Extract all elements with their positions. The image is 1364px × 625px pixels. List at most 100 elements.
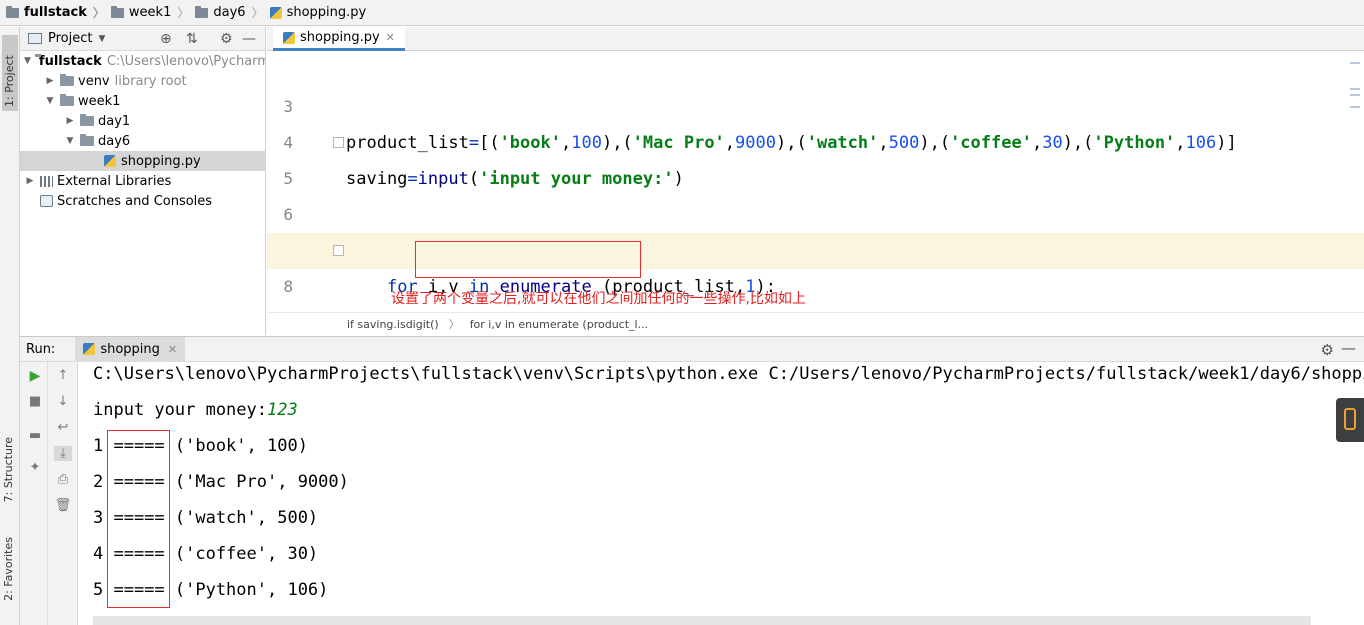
python-file-icon (83, 343, 96, 355)
breadcrumb-label: day6 (213, 5, 246, 20)
tree-item-week1[interactable]: ▼ week1 (20, 91, 265, 111)
project-icon (28, 33, 42, 44)
tree-item-label: week1 (78, 93, 121, 109)
tree-item-external-libraries[interactable]: ▶ External Libraries (20, 171, 265, 191)
line-number: 9 (267, 305, 293, 312)
stop-icon[interactable]: ■ (26, 394, 44, 409)
minimize-icon[interactable]: — (1341, 339, 1356, 357)
python-file-icon (283, 31, 295, 44)
stripe-mark[interactable] (1350, 94, 1360, 96)
stripe-mark[interactable] (1350, 88, 1360, 90)
chevron-right-icon[interactable]: ▶ (24, 176, 36, 186)
tree-item-day1[interactable]: ▶ day1 (20, 111, 265, 131)
code-line[interactable]: 7 for i,v in enumerate (product_list,1): (267, 197, 1364, 297)
code-line[interactable]: 6 saving=int(saving) (267, 161, 1364, 261)
editor-crumb-for[interactable]: for i,v in enumerate (product_l... (470, 318, 648, 331)
folder-icon (60, 74, 74, 86)
folder-icon (60, 94, 74, 106)
breadcrumb-fullstack[interactable]: fullstack 〉 (6, 0, 111, 26)
folder-icon (195, 5, 209, 18)
tree-item-label: fullstack (38, 53, 102, 69)
collapse-all-icon[interactable]: ⇅ (186, 31, 198, 47)
tree-item-day6[interactable]: ▼ day6 (20, 131, 265, 151)
breadcrumb-label: fullstack (24, 5, 87, 20)
chevron-down-icon[interactable]: ▼ (64, 136, 76, 146)
dropdown-arrow-icon[interactable]: ▼ (98, 34, 105, 44)
tree-item-label: venv (78, 73, 110, 89)
fold-toggle-icon[interactable] (333, 245, 344, 256)
arrow-down-icon[interactable]: ↓ (54, 394, 72, 409)
run-panel-header: Run: shopping ✕ ⚙ — (20, 336, 1364, 362)
breadcrumb-day6[interactable]: day6 〉 (195, 0, 269, 26)
console-input-line: input your money:123 (93, 392, 298, 428)
print-icon[interactable]: ⎙ (54, 472, 72, 487)
stripe-mark[interactable] (1350, 62, 1360, 64)
chevron-right-icon[interactable]: ▶ (44, 76, 56, 86)
editor-tab-bar: shopping.py ✕ (267, 27, 1364, 51)
tree-item-fullstack[interactable]: ▼ fullstack C:\Users\lenovo\Pycharm (20, 51, 265, 71)
tree-item-venv[interactable]: ▶ venv library root (20, 71, 265, 91)
editor-crumb-if[interactable]: if saving.isdigit() (347, 318, 439, 331)
editor-breadcrumb: if saving.isdigit() 〉 for i,v in enumera… (267, 312, 1364, 335)
breadcrumb-week1[interactable]: week1 〉 (110, 0, 195, 26)
tree-item-label: day1 (98, 113, 131, 129)
folder-icon (80, 134, 94, 146)
usb-device-icon[interactable] (1336, 398, 1364, 442)
project-panel-header: Project ▼ ⊕ ⇅ ⚙ — (20, 27, 265, 51)
tree-item-label: External Libraries (57, 173, 172, 189)
highlight-box (415, 241, 641, 278)
hide-icon[interactable]: — (242, 31, 256, 47)
close-icon[interactable]: ✕ (168, 343, 177, 356)
close-icon[interactable]: ✕ (386, 31, 395, 44)
soft-wrap-icon[interactable]: ↩ (54, 420, 72, 435)
code-line[interactable]: 5 if saving.isdigit(): (267, 125, 1364, 261)
tab-shopping-py[interactable]: shopping.py ✕ (273, 27, 405, 51)
scroll-to-end-icon[interactable]: ⤓ (54, 446, 72, 461)
chevron-down-icon[interactable]: ▼ (24, 56, 31, 66)
breadcrumb-label: shopping.py (286, 5, 367, 20)
chevron-right-icon: 〉 (177, 6, 190, 20)
pin-icon[interactable]: ✦ (26, 460, 44, 475)
usb-icon-shape (1344, 408, 1356, 430)
code-line[interactable]: 4 saving=input('input your money:') (267, 89, 1364, 189)
error-stripe[interactable] (1350, 62, 1360, 112)
project-panel: Project ▼ ⊕ ⇅ ⚙ — ▼ fullstack C:\Users\l… (20, 27, 266, 335)
tree-item-label: day6 (98, 133, 131, 149)
gear-icon[interactable]: ⚙ (220, 31, 233, 47)
tree-item-hint: C:\Users\lenovo\Pycharm (106, 53, 265, 69)
chevron-right-icon: 〉 (92, 6, 105, 20)
annotation-text: 设置了两个变量之后,就可以在他们之间加任何的一些操作,比如如上 (391, 291, 806, 307)
rerun-icon[interactable]: ▶ (26, 368, 44, 384)
trash-icon[interactable]: 🗑 (54, 498, 72, 513)
chevron-right-icon: 〉 (448, 318, 460, 331)
run-tab-shopping[interactable]: shopping ✕ (75, 336, 186, 362)
run-label: Run: (26, 341, 56, 357)
library-icon (40, 175, 53, 187)
navigation-bar: fullstack 〉 week1 〉 day6 〉 shopping.py (0, 0, 1364, 26)
chevron-right-icon[interactable]: ▶ (64, 116, 76, 126)
folder-icon (80, 114, 94, 126)
folder-icon (6, 5, 19, 18)
project-view-selector[interactable]: Project (48, 31, 92, 46)
locate-icon[interactable]: ⊕ (160, 31, 172, 47)
fold-toggle-icon[interactable] (333, 137, 344, 148)
chevron-down-icon[interactable]: ▼ (44, 96, 56, 106)
arrow-up-icon[interactable]: ↑ (54, 368, 72, 383)
horizontal-scrollbar[interactable] (93, 616, 1311, 625)
console-output[interactable]: C:\Users\lenovo\PycharmProjects\fullstac… (78, 362, 1364, 625)
tree-item-shopping-py[interactable]: shopping.py (20, 151, 265, 171)
breadcrumb-shopping-py[interactable]: shopping.py (269, 0, 367, 26)
layout-icon[interactable]: ▬ (26, 428, 44, 443)
tool-tab-favorites[interactable]: 2: Favorites (2, 537, 15, 601)
scratches-icon (40, 195, 53, 207)
tab-label: shopping.py (300, 30, 380, 45)
tree-item-label: shopping.py (121, 153, 201, 169)
gear-icon[interactable]: ⚙ (1321, 341, 1334, 359)
tree-item-scratches[interactable]: Scratches and Consoles (20, 191, 265, 211)
tool-tab-structure[interactable]: 7: Structure (2, 437, 15, 502)
tree-item-label: Scratches and Consoles (57, 193, 213, 209)
code-editor[interactable]: 3 product_list=[('book',100),('Mac Pro',… (267, 52, 1364, 312)
tool-tab-project[interactable]: 1: Project (2, 35, 18, 111)
code-line[interactable]: 3 product_list=[('book',100),('Mac Pro',… (267, 53, 1364, 153)
stripe-mark[interactable] (1350, 106, 1360, 108)
